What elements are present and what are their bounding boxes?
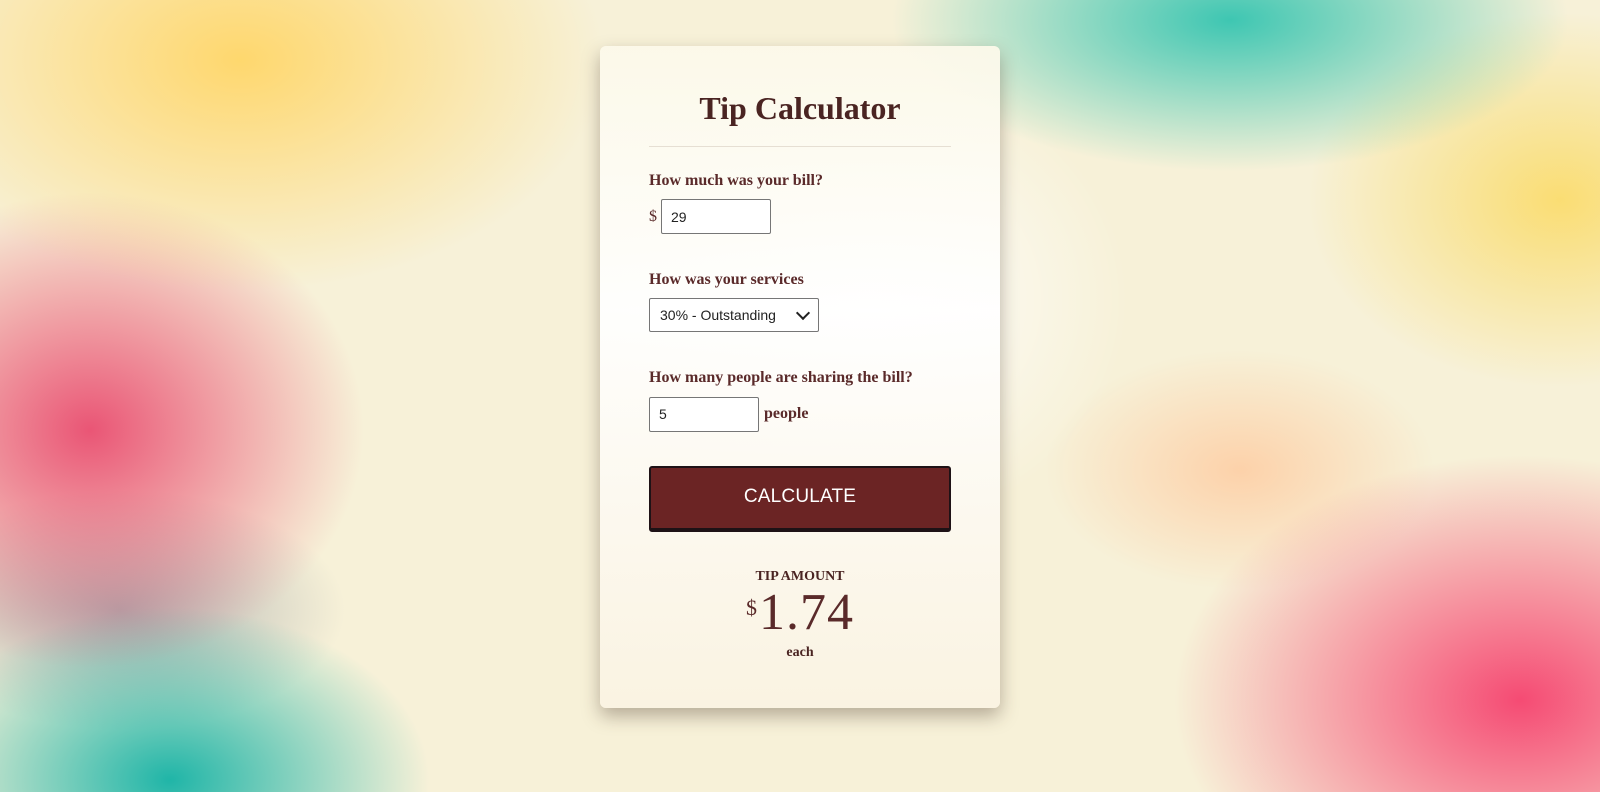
- tip-amount: $ 1.74: [649, 583, 951, 641]
- people-row: people: [649, 396, 951, 432]
- title-divider: [649, 146, 951, 147]
- bill-row: $: [649, 199, 951, 235]
- people-label: How many people are sharing the bill?: [649, 369, 913, 387]
- service-group: How was your services 30% - Outstanding: [649, 270, 951, 333]
- people-count-input[interactable]: [649, 396, 759, 432]
- tip-calculator-card: Tip Calculator How much was your bill? $…: [600, 46, 1000, 708]
- service-selected-value: 30% - Outstanding: [660, 307, 776, 324]
- bill-amount-input[interactable]: [661, 199, 771, 235]
- people-unit-label: people: [764, 405, 809, 423]
- service-row: 30% - Outstanding: [649, 298, 951, 333]
- tip-each-label: each: [786, 644, 814, 660]
- people-group: How many people are sharing the bill? pe…: [649, 368, 951, 432]
- tip-amount-label: TIP AMOUNT: [755, 568, 845, 584]
- service-label: How was your services: [649, 271, 804, 289]
- service-select[interactable]: 30% - Outstanding: [649, 298, 819, 333]
- bill-group: How much was your bill? $: [649, 171, 951, 235]
- tip-result: TIP AMOUNT $ 1.74 each: [649, 569, 951, 661]
- page-title: Tip Calculator: [699, 90, 901, 126]
- calculate-button[interactable]: CALCULATE: [649, 465, 951, 532]
- chevron-down-icon: [795, 306, 811, 321]
- tip-amount-value: 1.74: [759, 583, 854, 641]
- tip-currency-symbol: $: [746, 594, 757, 620]
- bill-label: How much was your bill?: [649, 172, 823, 189]
- bill-currency-symbol: $: [649, 207, 657, 225]
